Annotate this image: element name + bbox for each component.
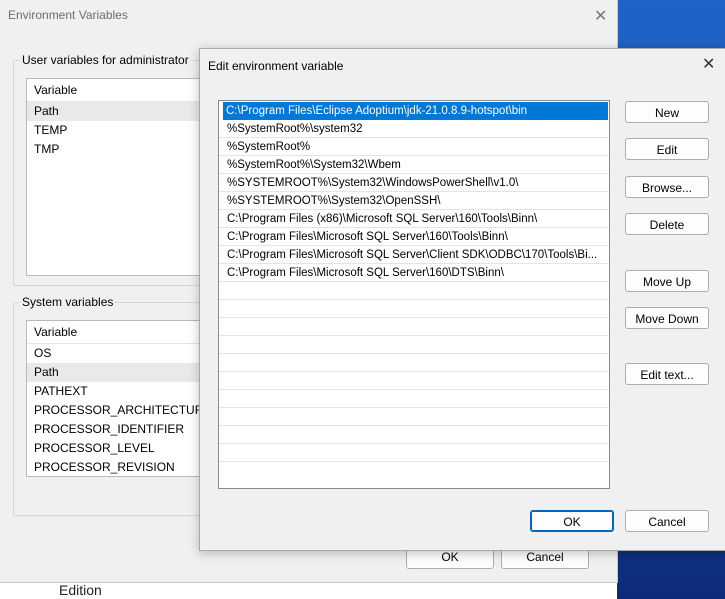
ok-button[interactable]: OK [530,510,614,532]
empty-path-row[interactable] [219,354,609,372]
new-button[interactable]: New [625,101,709,123]
path-entry[interactable]: C:\Program Files\Microsoft SQL Server\16… [219,264,609,282]
edit-button[interactable]: Edit [625,138,709,160]
dialog-title: Edit environment variable [208,59,344,73]
path-entry[interactable]: %SystemRoot%\System32\Wbem [219,156,609,174]
move-down-button[interactable]: Move Down [625,307,709,329]
empty-path-row[interactable] [219,318,609,336]
list-item[interactable]: Path [27,363,207,382]
list-item[interactable]: TEMP [27,121,207,140]
list-item[interactable]: TMP [27,140,207,159]
system-variables-label: System variables [20,295,116,309]
empty-path-row[interactable] [219,408,609,426]
edit-environment-variable-dialog: Edit environment variable ✕ C:\Program F… [199,48,725,551]
cancel-button[interactable]: Cancel [625,510,709,532]
column-header-variable[interactable]: Variable [27,321,207,344]
path-entry[interactable]: C:\Program Files\Eclipse Adoptium\jdk-21… [223,102,608,120]
delete-button[interactable]: Delete [625,213,709,235]
empty-path-row[interactable] [219,300,609,318]
list-item[interactable]: OS [27,344,207,363]
close-icon[interactable]: ✕ [594,6,607,26]
edit-text-button[interactable]: Edit text... [625,363,709,385]
list-item[interactable]: PROCESSOR_IDENTIFIER [27,420,207,439]
list-item[interactable]: PROCESSOR_LEVEL [27,439,207,458]
user-variables-list[interactable]: Variable Path TEMP TMP [26,78,208,276]
path-entry[interactable]: C:\Program Files\Microsoft SQL Server\16… [219,228,609,246]
path-entry[interactable]: %SystemRoot%\system32 [219,120,609,138]
empty-path-row[interactable] [219,390,609,408]
path-entry[interactable]: C:\Program Files (x86)\Microsoft SQL Ser… [219,210,609,228]
path-list[interactable]: C:\Program Files\Eclipse Adoptium\jdk-21… [218,100,610,489]
system-variables-list[interactable]: Variable OS Path PATHEXT PROCESSOR_ARCHI… [26,320,208,477]
empty-path-row[interactable] [219,426,609,444]
path-entry[interactable]: %SYSTEMROOT%\System32\OpenSSH\ [219,192,609,210]
list-item[interactable]: PROCESSOR_ARCHITECTURE [27,401,207,420]
close-icon[interactable]: ✕ [702,54,715,74]
path-entry[interactable]: %SYSTEMROOT%\System32\WindowsPowerShell\… [219,174,609,192]
empty-path-row[interactable] [219,336,609,354]
path-entry[interactable]: C:\Program Files\Microsoft SQL Server\Cl… [219,246,609,264]
list-item[interactable]: Path [27,102,207,121]
empty-path-row[interactable] [219,372,609,390]
column-header-variable[interactable]: Variable [27,79,207,102]
list-item[interactable]: PROCESSOR_REVISION [27,458,207,476]
empty-path-row[interactable] [219,444,609,462]
move-up-button[interactable]: Move Up [625,270,709,292]
edition-text: Edition [59,582,102,598]
empty-path-row[interactable] [219,282,609,300]
browse-button[interactable]: Browse... [625,176,709,198]
user-variables-label: User variables for administrator [20,53,191,67]
list-item[interactable]: PATHEXT [27,382,207,401]
window-title: Environment Variables [8,8,128,22]
path-entry[interactable]: %SystemRoot% [219,138,609,156]
